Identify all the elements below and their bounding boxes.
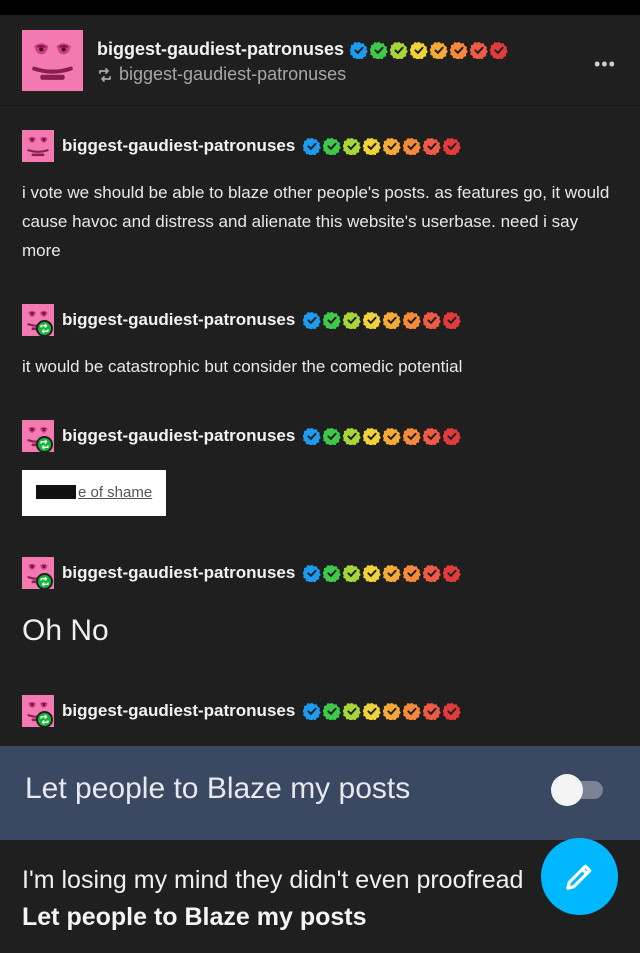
badges — [303, 427, 462, 445]
reblog-badge-icon — [36, 573, 53, 590]
checkmark-badge-icon — [323, 702, 342, 720]
checkmark-badge-icon — [343, 702, 362, 720]
blaze-setting-label: Let people to Blaze my posts — [25, 772, 411, 805]
avatar[interactable] — [22, 304, 54, 336]
username[interactable]: biggest-gaudiest-patronuses — [97, 39, 344, 60]
username[interactable]: biggest-gaudiest-patronuses — [62, 136, 295, 156]
avatar[interactable] — [22, 420, 54, 452]
checkmark-badge-icon — [470, 41, 488, 59]
entry-header: biggest-gaudiest-patronuses — [22, 130, 462, 162]
redaction-bar — [36, 485, 76, 499]
checkmark-badge-icon — [423, 311, 442, 329]
toggle-knob — [551, 774, 583, 806]
checkmark-badge-icon — [403, 311, 422, 329]
checkmark-badge-icon — [383, 702, 402, 720]
entry-header: biggest-gaudiest-patronuses — [22, 304, 462, 336]
checkmark-badge-icon — [410, 41, 428, 59]
reblog-badge-icon — [36, 320, 53, 337]
more-horizontal-icon[interactable]: ••• — [594, 55, 616, 73]
reblog-badge-icon — [36, 436, 53, 453]
status-bar — [0, 0, 640, 15]
checkmark-badge-icon — [383, 564, 402, 582]
badges — [303, 311, 462, 329]
blaze-toggle[interactable] — [551, 772, 605, 808]
checkmark-badge-icon — [383, 311, 402, 329]
verified-badge-icon — [303, 702, 322, 720]
checkmark-badge-icon — [430, 41, 448, 59]
badges — [350, 41, 508, 59]
verified-badge-icon — [303, 311, 322, 329]
username[interactable]: biggest-gaudiest-patronuses — [62, 426, 295, 446]
avatar[interactable] — [22, 130, 54, 162]
image-caption: e of shame — [78, 484, 153, 501]
checkmark-badge-icon — [443, 137, 462, 155]
pencil-icon — [566, 864, 592, 890]
entry-header: biggest-gaudiest-patronuses — [22, 420, 462, 452]
post-text-bold: Let people to Blaze my posts — [22, 903, 367, 931]
checkmark-badge-icon — [363, 137, 382, 155]
entry-header: biggest-gaudiest-patronuses — [22, 695, 462, 727]
verified-badge-icon — [303, 427, 322, 445]
avatar[interactable] — [22, 30, 83, 91]
post-text: i vote we should be able to blaze other … — [22, 183, 610, 260]
checkmark-badge-icon — [323, 427, 342, 445]
reblog-badge-icon — [36, 711, 53, 728]
checkmark-badge-icon — [443, 311, 462, 329]
checkmark-badge-icon — [363, 311, 382, 329]
checkmark-badge-icon — [363, 427, 382, 445]
verified-badge-icon — [303, 137, 322, 155]
badges — [303, 702, 462, 720]
checkmark-badge-icon — [403, 564, 422, 582]
post-text: I'm losing my mind they didn't even proo… — [22, 866, 524, 894]
checkmark-badge-icon — [450, 41, 468, 59]
badges — [303, 137, 462, 155]
checkmark-badge-icon — [343, 311, 362, 329]
blaze-setting-row: Let people to Blaze my posts — [0, 746, 640, 840]
checkmark-badge-icon — [403, 427, 422, 445]
embedded-image[interactable]: e of shame — [22, 470, 166, 516]
checkmark-badge-icon — [343, 137, 362, 155]
avatar[interactable] — [22, 557, 54, 589]
verified-badge-icon — [303, 564, 322, 582]
checkmark-badge-icon — [423, 137, 442, 155]
badges — [303, 564, 462, 582]
checkmark-badge-icon — [423, 564, 442, 582]
checkmark-badge-icon — [383, 427, 402, 445]
checkmark-badge-icon — [323, 137, 342, 155]
username[interactable]: biggest-gaudiest-patronuses — [62, 563, 295, 583]
checkmark-badge-icon — [343, 564, 362, 582]
username[interactable]: biggest-gaudiest-patronuses — [62, 701, 295, 721]
compose-button[interactable] — [541, 838, 618, 915]
checkmark-badge-icon — [423, 702, 442, 720]
reblog-icon — [97, 67, 113, 83]
post-text: Oh No — [22, 614, 109, 647]
checkmark-badge-icon — [370, 41, 388, 59]
reblogged-from-name[interactable]: biggest-gaudiest-patronuses — [119, 64, 346, 85]
checkmark-badge-icon — [323, 311, 342, 329]
checkmark-badge-icon — [323, 564, 342, 582]
verified-badge-icon — [350, 41, 368, 59]
checkmark-badge-icon — [363, 564, 382, 582]
checkmark-badge-icon — [403, 702, 422, 720]
checkmark-badge-icon — [403, 137, 422, 155]
checkmark-badge-icon — [343, 427, 362, 445]
username[interactable]: biggest-gaudiest-patronuses — [62, 310, 295, 330]
checkmark-badge-icon — [390, 41, 408, 59]
checkmark-badge-icon — [443, 702, 462, 720]
checkmark-badge-icon — [383, 137, 402, 155]
checkmark-badge-icon — [490, 41, 508, 59]
post-header: biggest-gaudiest-patronuses biggest-gaud… — [0, 15, 640, 106]
entry-header: biggest-gaudiest-patronuses — [22, 557, 462, 589]
reblogged-from-row: biggest-gaudiest-patronuses — [97, 64, 346, 85]
post-text: it would be catastrophic but consider th… — [22, 357, 463, 376]
checkmark-badge-icon — [443, 427, 462, 445]
username-row: biggest-gaudiest-patronuses — [97, 39, 508, 60]
avatar[interactable] — [22, 695, 54, 727]
checkmark-badge-icon — [363, 702, 382, 720]
checkmark-badge-icon — [443, 564, 462, 582]
checkmark-badge-icon — [423, 427, 442, 445]
